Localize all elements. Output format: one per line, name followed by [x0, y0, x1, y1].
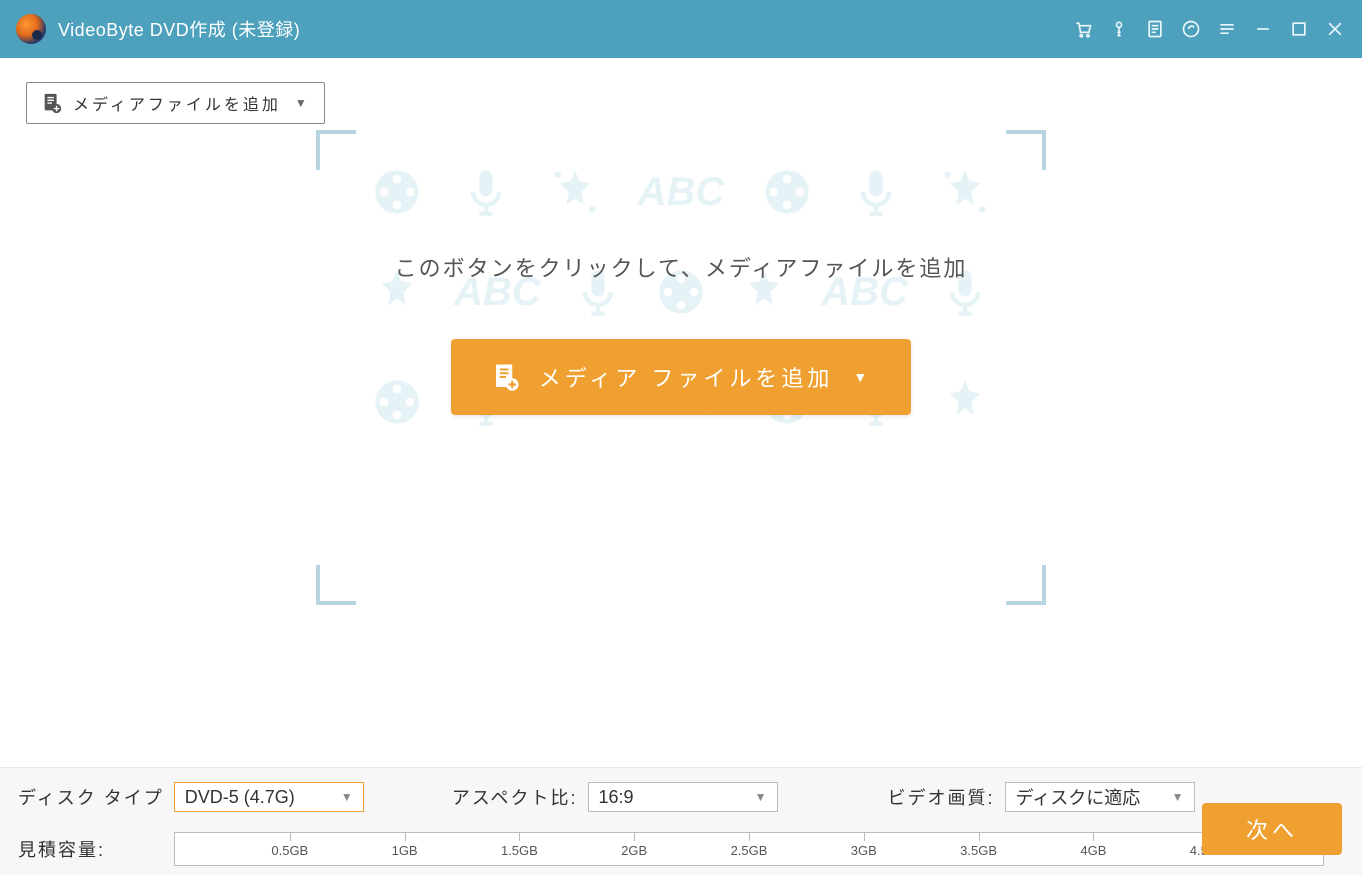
ruler-tick: [634, 833, 635, 841]
footer-row-settings: ディスク タイプ DVD-5 (4.7G) ▼ アスペクト比: 16:9 ▼ ビ…: [18, 782, 1344, 812]
add-media-button[interactable]: メディアファイルを追加 ▼: [26, 82, 325, 124]
next-label: 次へ: [1246, 813, 1298, 845]
stars-icon: [549, 166, 601, 218]
estimate-label: 見積容量:: [18, 836, 174, 862]
disc-type-value: DVD-5 (4.7G): [185, 787, 295, 808]
ruler-label: 2GB: [621, 843, 647, 858]
mic-icon: [460, 166, 512, 218]
aspect-label: アスペクト比:: [452, 784, 578, 810]
aspect-value: 16:9: [599, 787, 634, 808]
minimize-button[interactable]: [1252, 18, 1274, 40]
chevron-down-icon: ▼: [755, 790, 767, 804]
stars-icon: [939, 166, 991, 218]
menu-icon[interactable]: [1216, 18, 1238, 40]
abc-watermark: ABC: [638, 170, 725, 215]
app-logo-icon: [16, 14, 46, 44]
corner-decoration: [316, 565, 356, 605]
mic-icon: [850, 166, 902, 218]
ruler-tick: [290, 833, 291, 841]
reel-icon: [761, 166, 813, 218]
document-icon[interactable]: [1144, 18, 1166, 40]
titlebar-icons: [1072, 18, 1346, 40]
chevron-down-icon: ▼: [341, 790, 353, 804]
ruler-tick: [519, 833, 520, 841]
ruler-label: 2.5GB: [731, 843, 768, 858]
ruler-label: 0.5GB: [271, 843, 308, 858]
cart-icon[interactable]: [1072, 18, 1094, 40]
chevron-down-icon: ▼: [853, 369, 871, 385]
aspect-dropdown[interactable]: 16:9 ▼: [588, 782, 778, 812]
dropzone-hint: このボタンをクリックして、メディアファイルを追加: [395, 251, 968, 283]
key-icon[interactable]: [1108, 18, 1130, 40]
add-media-big-button[interactable]: メディア ファイルを追加 ▼: [451, 339, 911, 415]
add-media-big-label: メディア ファイルを追加: [539, 361, 834, 393]
disc-type-dropdown[interactable]: DVD-5 (4.7G) ▼: [174, 782, 364, 812]
ruler-tick: [405, 833, 406, 841]
stars-icon: [939, 376, 991, 428]
close-button[interactable]: [1324, 18, 1346, 40]
dropzone-box[interactable]: ABC ABC ABC ABC このボタンをクリックして、メディアファイルを追加: [316, 130, 1046, 605]
ruler-label: 1GB: [392, 843, 418, 858]
corner-decoration: [1006, 565, 1046, 605]
file-add-icon: [41, 92, 63, 114]
ruler-tick: [979, 833, 980, 841]
capacity-ruler: 0.5GB1GB1.5GB2GB2.5GB3GB3.5GB4GB4.5GB: [174, 832, 1324, 866]
file-add-icon: [491, 362, 521, 392]
ruler-label: 3.5GB: [960, 843, 997, 858]
disc-type-label: ディスク タイプ: [18, 784, 164, 810]
titlebar: VideoByte DVD作成 (未登録): [0, 0, 1362, 58]
quality-dropdown[interactable]: ディスクに適応 ▼: [1005, 782, 1195, 812]
watermark-row: ABC: [371, 166, 991, 218]
ruler-tick: [864, 833, 865, 841]
footer-row-ruler: 見積容量: 0.5GB1GB1.5GB2GB2.5GB3GB3.5GB4GB4.…: [18, 832, 1344, 866]
next-button[interactable]: 次へ: [1202, 803, 1342, 855]
ruler-label: 3GB: [851, 843, 877, 858]
reel-icon: [371, 166, 423, 218]
quality-value: ディスクに適応: [1016, 784, 1141, 810]
corner-decoration: [1006, 130, 1046, 170]
quality-label: ビデオ画質:: [888, 784, 995, 810]
app-title: VideoByte DVD作成 (未登録): [58, 16, 300, 42]
ruler-tick: [1093, 833, 1094, 841]
reel-icon: [371, 376, 423, 428]
help-icon[interactable]: [1180, 18, 1202, 40]
ruler-label: 4GB: [1080, 843, 1106, 858]
chevron-down-icon: ▼: [295, 96, 310, 110]
ruler-label: 1.5GB: [501, 843, 538, 858]
add-media-label: メディアファイルを追加: [73, 91, 281, 115]
dropzone: ABC ABC ABC ABC このボタンをクリックして、メディアファイルを追加: [0, 130, 1362, 605]
chevron-down-icon: ▼: [1172, 790, 1184, 804]
maximize-button[interactable]: [1288, 18, 1310, 40]
corner-decoration: [316, 130, 356, 170]
footer: ディスク タイプ DVD-5 (4.7G) ▼ アスペクト比: 16:9 ▼ ビ…: [0, 767, 1362, 875]
ruler-tick: [749, 833, 750, 841]
